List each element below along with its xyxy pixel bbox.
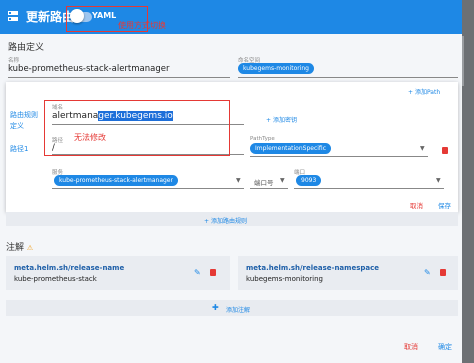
route-icon — [8, 11, 18, 21]
delete-icon[interactable] — [440, 269, 446, 276]
port-select[interactable]: 端口号 — [254, 177, 274, 187]
add-cert-button[interactable]: + 添加密钥 — [266, 115, 297, 124]
namespace-chip: kubegems-monitoring — [238, 63, 314, 74]
add-annotation-label: 添加注解 — [226, 307, 251, 314]
delete-path-icon[interactable] — [442, 147, 448, 154]
name-field[interactable]: kube-prometheus-stack-alertmanager — [8, 64, 169, 74]
namespace-underline — [238, 77, 458, 78]
delete-icon[interactable] — [210, 269, 216, 276]
path-side-label: 路径1 — [10, 145, 29, 153]
port-underline — [294, 188, 444, 189]
rule-save-button[interactable]: 保存 — [438, 200, 451, 210]
service-dropdown-icon[interactable]: ▼ — [236, 177, 241, 184]
path-type-underline — [250, 156, 428, 157]
add-annotation-icon: ✚ — [212, 303, 219, 312]
annotation-box-domain — [44, 100, 230, 156]
annotation-key: meta.helm.sh/release-namespace — [246, 264, 379, 272]
port-select-underline — [250, 188, 288, 189]
port-chip[interactable]: 9093 — [296, 175, 322, 186]
update-route-dialog: 更新路由 YAML 使用方式切换 路由定义 名称 kube-prometheus… — [0, 0, 462, 363]
add-rule-button[interactable]: + 添加路由规则 — [6, 212, 458, 226]
warning-icon: ⚠ — [26, 244, 34, 252]
path-type-chip[interactable]: ImplementationSpecific — [250, 143, 331, 154]
path-type-label: PathType — [250, 136, 275, 142]
add-path-button[interactable]: + 添加Path — [408, 87, 440, 96]
service-underline — [52, 188, 244, 189]
service-chip[interactable]: kube-prometheus-stack-alertmanager — [54, 175, 178, 186]
confirm-button[interactable]: 确定 — [438, 342, 452, 352]
edit-icon[interactable]: ✎ — [424, 268, 431, 277]
path-type-dropdown-icon[interactable]: ▼ — [420, 145, 425, 152]
annotation-key: meta.helm.sh/release-name — [14, 264, 125, 272]
rule-side-label: 路由规则定义 — [10, 111, 38, 130]
add-annotation-button[interactable]: ✚ 添加注解 — [6, 300, 458, 316]
scrollbar[interactable] — [462, 36, 464, 86]
port-value-dropdown-icon[interactable]: ▼ — [436, 177, 441, 184]
cancel-button[interactable]: 取消 — [404, 342, 418, 352]
annotation-value: kube-prometheus-stack — [14, 275, 97, 283]
edit-icon[interactable]: ✎ — [194, 268, 201, 277]
annotation-item-1: meta.helm.sh/release-name kube-prometheu… — [6, 256, 230, 290]
port-dropdown-icon[interactable]: ▼ — [280, 177, 285, 184]
rule-cancel-button[interactable]: 取消 — [410, 200, 423, 210]
add-rule-label: 添加路由规则 — [210, 218, 247, 225]
annotation-note-toggle: 使用方式切换 — [118, 21, 166, 30]
name-field-underline — [8, 77, 230, 78]
add-cert-label: 添加密钥 — [272, 117, 297, 124]
name-label: 名称 — [8, 58, 20, 64]
add-path-label: 添加Path — [414, 89, 441, 96]
route-def-title: 路由定义 — [8, 43, 45, 53]
annotations-title: 注解 ⚠ — [6, 243, 34, 253]
annotation-item-2: meta.helm.sh/release-namespace kubegems-… — [238, 256, 458, 290]
annotation-value: kubegems-monitoring — [246, 275, 323, 283]
